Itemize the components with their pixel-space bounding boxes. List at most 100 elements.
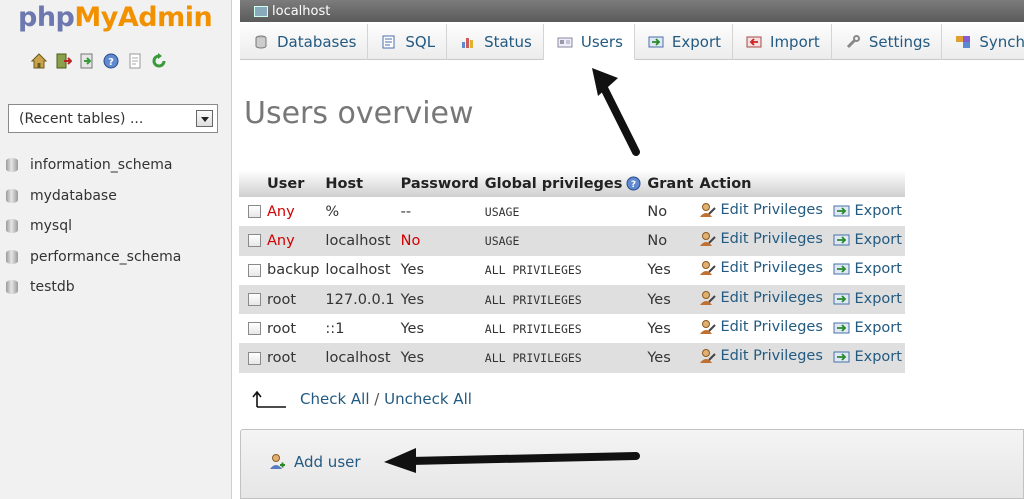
- row-checkbox[interactable]: [248, 293, 261, 307]
- cell-action: Edit Privileges Export: [696, 226, 905, 256]
- export-link[interactable]: Export: [827, 320, 902, 336]
- tab-synchronize[interactable]: Synchron: [942, 24, 1024, 60]
- svg-text:?: ?: [631, 180, 636, 190]
- query-icon[interactable]: [78, 52, 96, 70]
- cell-password: No: [397, 226, 482, 256]
- reload-icon[interactable]: [150, 52, 168, 70]
- column-header-global-privileges[interactable]: Global privileges?: [481, 170, 645, 197]
- database-icon: [6, 280, 18, 295]
- database-icon: [255, 35, 267, 49]
- edit-privileges-link[interactable]: Edit Privileges: [699, 290, 823, 306]
- database-list: information_schema mydatabase mysql perf…: [6, 150, 181, 303]
- edit-privileges-link[interactable]: Edit Privileges: [699, 348, 823, 364]
- cell-privileges: ALL PRIVILEGES: [481, 255, 645, 285]
- cell-user: root: [264, 314, 323, 344]
- export-link[interactable]: Export: [827, 261, 902, 277]
- export-link[interactable]: Export: [827, 349, 902, 365]
- export-icon: [833, 293, 850, 305]
- export-icon: [648, 36, 664, 48]
- cell-user: root: [264, 343, 323, 373]
- edit-privileges-icon: [700, 202, 717, 217]
- cell-password: Yes: [397, 314, 482, 344]
- import-icon: [746, 36, 762, 48]
- add-user-link[interactable]: Add user: [268, 453, 361, 471]
- edit-privileges-link[interactable]: Edit Privileges: [699, 319, 823, 335]
- check-all-link[interactable]: Check All: [300, 390, 370, 408]
- recent-tables-select[interactable]: (Recent tables) ...: [8, 104, 218, 133]
- help-icon[interactable]: ?: [626, 176, 641, 191]
- export-icon: [833, 322, 850, 334]
- export-link[interactable]: Export: [827, 203, 902, 219]
- row-checkbox[interactable]: [248, 263, 261, 277]
- server-label[interactable]: localhost: [272, 4, 330, 19]
- database-icon: [6, 158, 18, 173]
- database-item-information-schema[interactable]: information_schema: [6, 150, 181, 181]
- tab-sql[interactable]: SQL: [368, 24, 448, 60]
- recent-tables-value: (Recent tables) ...: [19, 110, 144, 127]
- database-item-performance-schema[interactable]: performance_schema: [6, 242, 181, 273]
- server-icon: [254, 5, 268, 17]
- edit-privileges-icon: [700, 290, 717, 305]
- add-user-icon: [270, 454, 285, 469]
- sql-docs-icon[interactable]: [126, 52, 144, 70]
- main-tab-bar: Databases SQL Status Users Export Import…: [240, 24, 1024, 60]
- add-user-label: Add user: [294, 453, 361, 471]
- edit-privileges-link[interactable]: Edit Privileges: [699, 202, 823, 218]
- edit-privileges-icon: [700, 319, 717, 334]
- database-icon: [6, 219, 18, 234]
- cell-grant: Yes: [644, 314, 697, 344]
- database-icon: [6, 249, 18, 264]
- settings-icon: [846, 35, 860, 49]
- users-table: User Host Password Global privileges? Gr…: [239, 170, 905, 373]
- cell-host: localhost: [322, 343, 398, 373]
- cell-action: Edit Privileges Export: [696, 197, 905, 227]
- export-icon: [833, 351, 850, 363]
- database-item-mydatabase[interactable]: mydatabase: [6, 181, 181, 212]
- row-checkbox[interactable]: [248, 205, 261, 219]
- phpmyadmin-logo[interactable]: phpMyAdmin: [18, 2, 213, 33]
- annotation-arrow-users-tab: [592, 68, 640, 156]
- export-link[interactable]: Export: [827, 232, 902, 248]
- table-row: root ::1 Yes ALL PRIVILEGES Yes Edit Pri…: [239, 314, 905, 344]
- row-checkbox[interactable]: [248, 234, 261, 248]
- page-title: Users overview: [244, 96, 474, 131]
- edit-privileges-icon: [700, 349, 717, 364]
- tab-settings[interactable]: Settings: [832, 24, 943, 60]
- cell-grant: No: [644, 197, 697, 227]
- export-icon: [833, 234, 850, 246]
- database-icon: [6, 188, 18, 203]
- cell-host: 127.0.0.1: [322, 284, 398, 315]
- row-checkbox[interactable]: [248, 322, 261, 336]
- home-icon[interactable]: [30, 52, 48, 70]
- tab-status[interactable]: Status: [447, 24, 544, 60]
- uncheck-all-link[interactable]: Uncheck All: [384, 390, 472, 408]
- navigation-sidebar: phpMyAdmin ? (Recent tables) ... informa…: [0, 0, 232, 499]
- cell-grant: No: [644, 226, 697, 256]
- tab-import[interactable]: Import: [733, 24, 832, 60]
- cell-host: localhost: [322, 255, 398, 285]
- column-header-host[interactable]: Host: [322, 170, 398, 197]
- column-header-grant[interactable]: Grant: [644, 170, 697, 197]
- exit-icon[interactable]: [54, 52, 72, 70]
- cell-grant: Yes: [644, 343, 697, 373]
- table-header-row: User Host Password Global privileges? Gr…: [239, 170, 905, 197]
- tab-users[interactable]: Users: [543, 24, 635, 60]
- row-checkbox[interactable]: [248, 351, 261, 365]
- cell-grant: Yes: [644, 255, 697, 285]
- arrow-ltr-icon: [252, 390, 286, 408]
- column-header-password[interactable]: Password: [397, 170, 482, 197]
- edit-privileges-link[interactable]: Edit Privileges: [699, 231, 823, 247]
- tab-databases[interactable]: Databases: [240, 24, 369, 60]
- edit-privileges-link[interactable]: Edit Privileges: [699, 260, 823, 276]
- database-item-testdb[interactable]: testdb: [6, 272, 181, 303]
- database-item-mysql[interactable]: mysql: [6, 211, 181, 242]
- chevron-down-icon[interactable]: [196, 110, 213, 127]
- export-link[interactable]: Export: [827, 291, 902, 307]
- tab-export[interactable]: Export: [635, 24, 734, 60]
- cell-user: Any: [264, 197, 323, 227]
- docs-icon[interactable]: ?: [102, 52, 120, 70]
- table-row: backup localhost Yes ALL PRIVILEGES Yes …: [239, 255, 905, 285]
- select-column-header: [239, 170, 264, 197]
- column-header-user[interactable]: User: [264, 170, 323, 197]
- edit-privileges-icon: [700, 261, 717, 276]
